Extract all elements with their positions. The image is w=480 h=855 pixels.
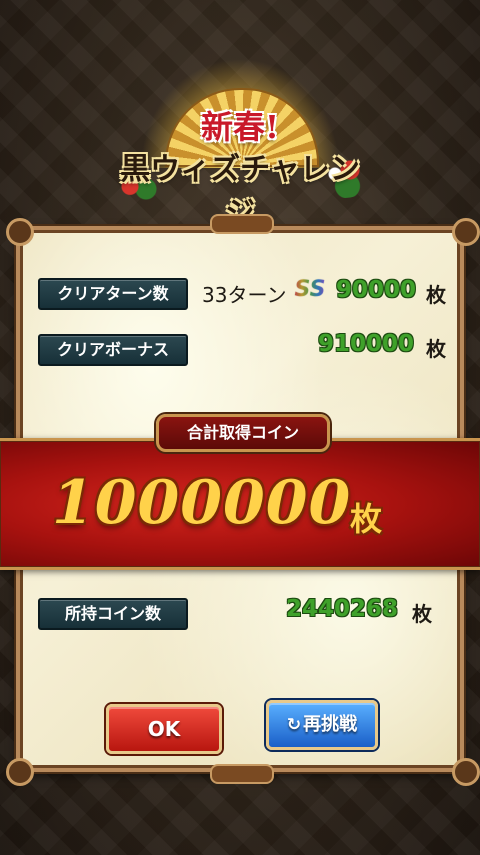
event-banner: 新春! 黒ウィズチャレンジ xyxy=(110,58,370,231)
total-coins-header: 合計取得コイン xyxy=(156,414,330,452)
corner-ornament xyxy=(452,218,480,246)
clear-bonus-unit: 枚 xyxy=(426,337,446,361)
owned-coins-unit: 枚 xyxy=(412,602,432,626)
bottom-ornament xyxy=(210,764,274,784)
retry-button-label: 再挑戦 xyxy=(303,714,358,735)
owned-coins-value: 2440268 xyxy=(286,596,399,622)
clear-turns-label: クリアターン数 xyxy=(38,278,188,310)
refresh-icon: ↻ xyxy=(286,715,302,735)
clear-bonus-label: クリアボーナス xyxy=(38,334,188,366)
rank-badge: SS xyxy=(294,277,326,302)
clear-bonus-coins: 910000 xyxy=(318,331,415,357)
clear-turns-value: 33ターン xyxy=(202,283,287,307)
corner-ornament xyxy=(6,218,34,246)
corner-ornament xyxy=(452,758,480,786)
clear-turns-coins: 90000 xyxy=(336,277,417,303)
retry-button[interactable]: ↻ 再挑戦 xyxy=(266,700,378,750)
total-coins-value: 1000000 xyxy=(52,468,352,538)
ok-button[interactable]: OK xyxy=(106,704,222,754)
total-coins-unit: 枚 xyxy=(350,500,383,538)
owned-coins-label: 所持コイン数 xyxy=(38,598,188,630)
corner-ornament xyxy=(6,758,34,786)
clear-turns-unit: 枚 xyxy=(426,283,446,307)
top-ornament xyxy=(210,214,274,234)
banner-title-line1: 新春! xyxy=(200,108,280,146)
